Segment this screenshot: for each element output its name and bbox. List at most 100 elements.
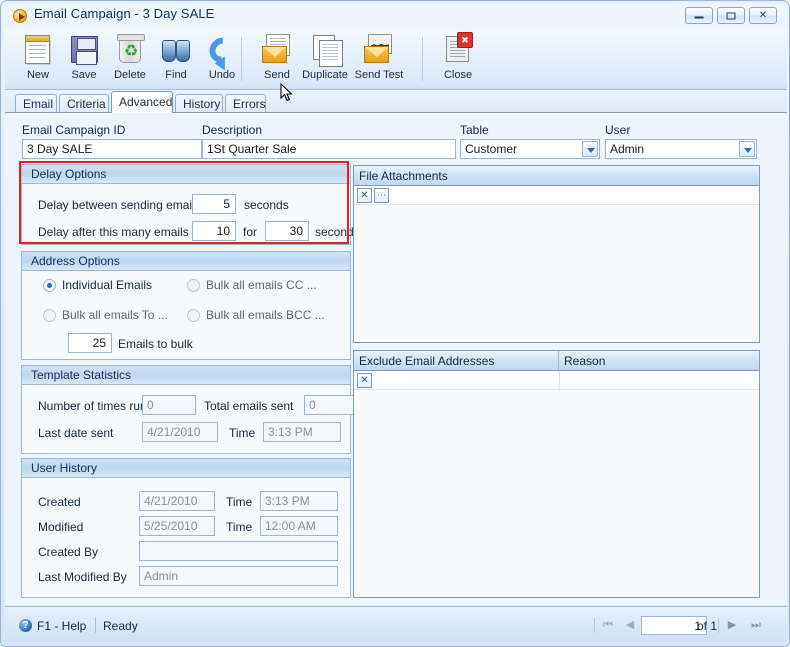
tab-criteria[interactable]: Criteria: [59, 94, 109, 113]
status-text: Ready: [103, 619, 138, 633]
delay-after-label: Delay after this many emails: [38, 225, 189, 239]
user-dropdown[interactable]: Admin: [605, 139, 757, 159]
modified-label: Modified: [38, 520, 84, 534]
file-attachments-grid[interactable]: File Attachments ✕ ⋯: [353, 165, 760, 343]
minimize-button[interactable]: [685, 7, 713, 24]
modified-time-value: 12:00 AM: [260, 516, 338, 536]
radio-bulk-bcc[interactable]: [187, 309, 200, 322]
duplicate-pages-icon: [309, 34, 343, 67]
created-time-value: 3:13 PM: [260, 491, 338, 511]
chevron-down-icon: [582, 141, 598, 157]
maximize-button[interactable]: [717, 7, 745, 24]
last-time-sent-value: 3:13 PM: [263, 422, 341, 442]
undo-arrow-icon: [204, 32, 240, 68]
table-row[interactable]: ✕ ⋯: [354, 186, 759, 205]
table-label: Table: [460, 123, 489, 137]
table-dropdown-value: Customer: [465, 142, 518, 156]
exclude-email-header: Exclude Email Addresses Reason: [354, 351, 759, 371]
radio-bulk-to-label: Bulk all emails To ...: [62, 308, 168, 322]
application-window: Email Campaign - 3 Day SALE ✕ New Save D…: [0, 0, 790, 647]
window-title: Email Campaign - 3 Day SALE: [34, 6, 215, 21]
template-statistics-title: Template Statistics: [22, 366, 350, 385]
advanced-tab-panel: Email Campaign ID 3 Day SALE Description…: [5, 112, 787, 605]
radio-bulk-to[interactable]: [43, 309, 56, 322]
toolbar-send-test-button[interactable]: Send Test: [350, 31, 408, 88]
tab-errors[interactable]: Errors: [225, 94, 266, 113]
radio-individual-emails-label: Individual Emails: [62, 278, 153, 292]
floppy-disk-icon: [68, 34, 100, 66]
radio-bulk-cc[interactable]: [187, 279, 200, 292]
campaign-id-label: Email Campaign ID: [22, 123, 126, 137]
tab-advanced[interactable]: Advanced: [111, 91, 173, 113]
delay-after-for-label: for: [243, 225, 258, 239]
last-modified-by-value: Admin: [139, 566, 338, 586]
campaign-id-input[interactable]: 3 Day SALE: [22, 139, 202, 159]
toolbar-close-button[interactable]: Close: [429, 31, 487, 88]
user-history-title: User History: [22, 459, 350, 478]
address-options-group: Address Options Individual Emails Bulk a…: [21, 251, 351, 360]
file-attachments-column: File Attachments: [359, 169, 448, 183]
status-bar: ? F1 - Help Ready ⏮ ◀ 1 of 1 ▶ ⏭: [5, 606, 787, 642]
row-column-divider: [559, 371, 560, 390]
play-circle-icon: [13, 9, 27, 23]
page-total-label: of 1: [696, 619, 717, 633]
user-label: User: [605, 123, 631, 137]
delay-after-count-input[interactable]: 10: [192, 221, 236, 241]
nav-first-button[interactable]: ⏮: [599, 617, 617, 634]
emails-to-bulk-input[interactable]: 25: [68, 333, 112, 353]
status-divider: [95, 617, 96, 633]
send-test-envelope-icon: [363, 34, 395, 66]
binoculars-icon: [160, 34, 192, 66]
toolbar-send-test-label: Send Test: [354, 69, 404, 81]
send-envelope-icon: [261, 34, 293, 66]
times-run-value: 0: [142, 395, 196, 415]
close-window-button[interactable]: ✕: [749, 7, 777, 24]
table-row[interactable]: ✕: [354, 371, 759, 390]
description-input[interactable]: 1St Quarter Sale: [202, 139, 456, 159]
template-statistics-group: Template Statistics Number of times run …: [21, 365, 358, 454]
last-date-sent-label: Last date sent: [38, 426, 114, 440]
help-icon[interactable]: ?: [19, 619, 32, 632]
exclude-email-grid[interactable]: Exclude Email Addresses Reason ✕: [353, 350, 760, 598]
delay-between-label: Delay between sending email: [38, 198, 195, 212]
times-run-label: Number of times run: [38, 399, 147, 413]
toolbar-duplicate-label: Duplicate: [302, 69, 348, 81]
address-options-title: Address Options: [22, 252, 350, 271]
tab-bar: Email Criteria Advanced History Errors: [5, 90, 787, 113]
recycle-bin-icon: [114, 34, 146, 66]
browse-attachment-icon[interactable]: ⋯: [374, 188, 389, 203]
help-label[interactable]: F1 - Help: [37, 619, 86, 633]
nav-next-button[interactable]: ▶: [723, 617, 741, 634]
tab-email[interactable]: Email: [15, 94, 57, 113]
radio-bulk-cc-label: Bulk all emails CC ...: [206, 278, 317, 292]
close-document-icon: [442, 32, 474, 66]
nav-divider-left: [594, 618, 595, 633]
reason-column: Reason: [564, 354, 606, 368]
new-document-icon: [22, 34, 54, 66]
table-dropdown[interactable]: Customer: [460, 139, 600, 159]
delay-between-input[interactable]: 5: [192, 194, 236, 214]
nav-last-button[interactable]: ⏭: [747, 617, 765, 634]
created-by-value: [139, 541, 338, 561]
created-label: Created: [38, 495, 81, 509]
toolbar-undo-button[interactable]: Undo: [193, 31, 251, 88]
delay-options-title: Delay Options: [22, 165, 350, 184]
modified-date-value: 5/25/2010: [139, 516, 215, 536]
title-bar: Email Campaign - 3 Day SALE ✕: [1, 1, 789, 28]
toolbar: New Save Delete Find Undo Send Duplicate: [5, 29, 787, 102]
delay-options-group: Delay Options Delay between sending emai…: [21, 164, 360, 245]
toolbar-separator-2: [422, 37, 423, 81]
delete-exclude-row-icon[interactable]: ✕: [357, 373, 372, 388]
toolbar-duplicate-button[interactable]: Duplicate: [296, 31, 354, 88]
radio-bulk-bcc-label: Bulk all emails BCC ...: [206, 308, 325, 322]
created-time-label: Time: [226, 495, 253, 509]
radio-individual-emails[interactable]: [43, 279, 56, 292]
total-sent-value: 0: [304, 395, 358, 415]
delay-between-unit: seconds: [244, 198, 289, 212]
tab-history[interactable]: History: [175, 94, 223, 113]
delay-after-seconds-input[interactable]: 30: [265, 221, 309, 241]
delete-attachment-icon[interactable]: ✕: [357, 188, 372, 203]
created-by-label: Created By: [38, 545, 99, 559]
nav-prev-button[interactable]: ◀: [621, 617, 639, 634]
toolbar-separator: [241, 37, 242, 81]
